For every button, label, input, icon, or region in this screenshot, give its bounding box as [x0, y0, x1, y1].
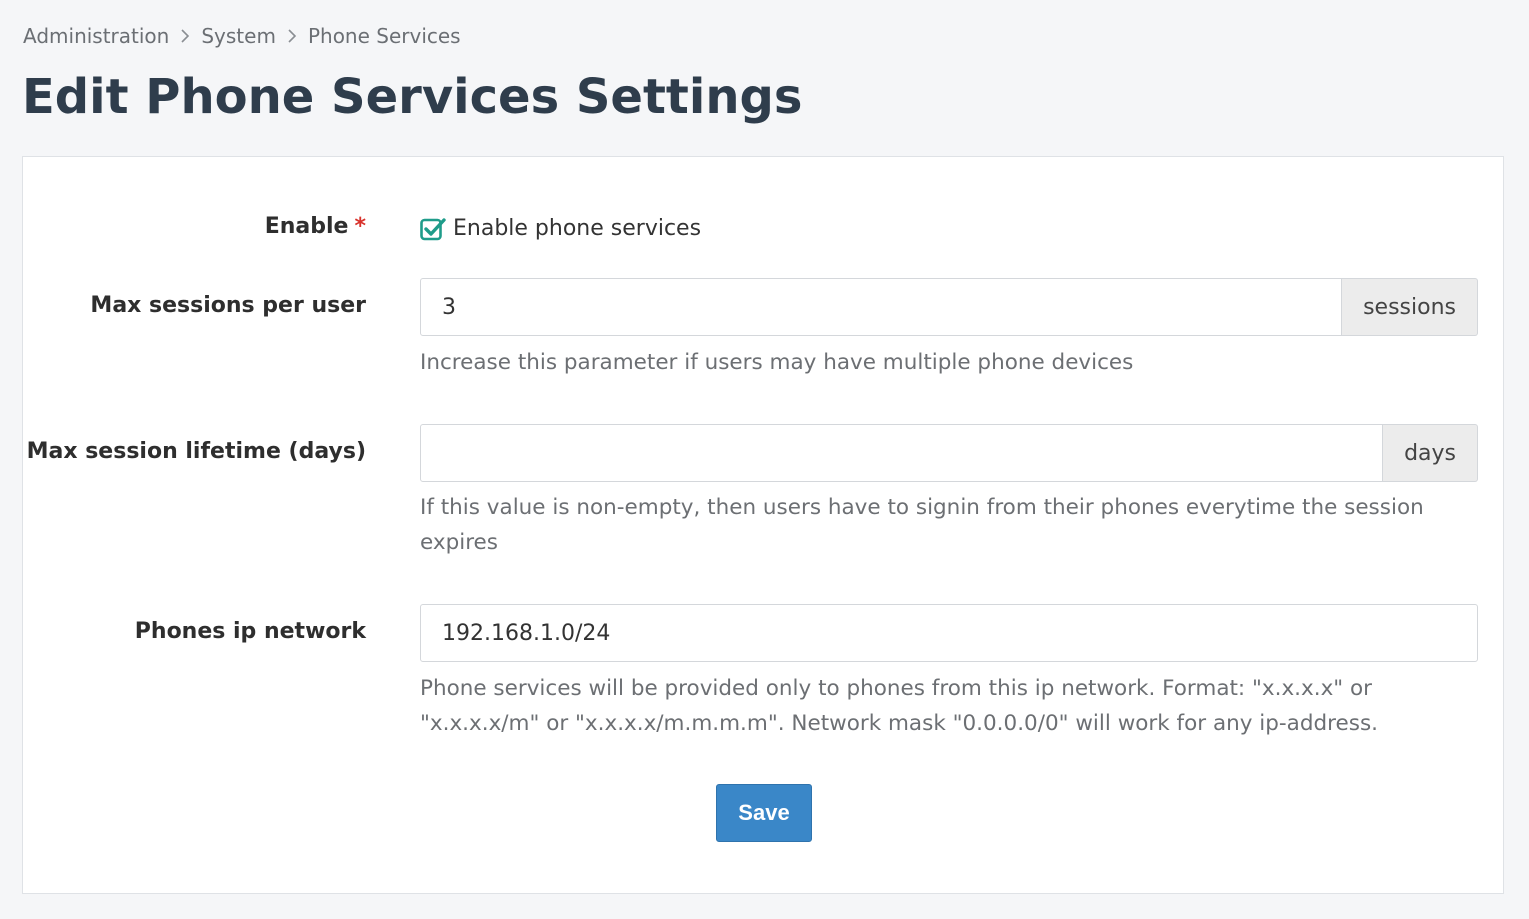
breadcrumb-item-phone-services: Phone Services — [307, 24, 461, 48]
max-session-lifetime-help: If this value is non-empty, then users h… — [420, 495, 1424, 555]
save-button[interactable]: Save — [716, 784, 812, 842]
sessions-addon: sessions — [1342, 278, 1478, 336]
days-addon: days — [1383, 424, 1478, 482]
phones-ip-network-help: Phone services will be provided only to … — [420, 676, 1378, 736]
max-session-lifetime-input-group: days — [420, 424, 1478, 482]
max-session-lifetime-label: Max session lifetime (days) — [26, 439, 366, 464]
page-title: Edit Phone Services Settings — [22, 69, 803, 125]
phones-ip-network-input[interactable]: 192.168.1.0/24 — [420, 604, 1478, 662]
max-sessions-input[interactable]: 3 — [420, 278, 1343, 336]
breadcrumb: Administration System Phone Services — [23, 24, 461, 48]
max-session-lifetime-input[interactable] — [420, 424, 1384, 482]
enable-phone-services-label[interactable]: Enable phone services — [453, 216, 701, 241]
max-sessions-label: Max sessions per user — [90, 293, 366, 318]
chevron-right-icon — [180, 29, 190, 43]
required-marker: * — [354, 214, 366, 239]
max-sessions-help: Increase this parameter if users may hav… — [420, 350, 1134, 375]
checkbox-checked-icon[interactable] — [420, 217, 446, 240]
settings-form-panel: Enable * Enable phone services Max sessio… — [22, 156, 1504, 894]
enable-phone-services-checkbox-row[interactable]: Enable phone services — [420, 216, 701, 241]
max-sessions-input-group: 3 sessions — [420, 278, 1478, 336]
enable-label: Enable * — [265, 214, 366, 239]
phones-ip-network-input-group: 192.168.1.0/24 — [420, 604, 1478, 662]
breadcrumb-item-system[interactable]: System — [201, 24, 276, 48]
chevron-right-icon — [287, 29, 297, 43]
breadcrumb-item-administration[interactable]: Administration — [23, 24, 169, 48]
phones-ip-network-label: Phones ip network — [134, 619, 366, 644]
enable-label-text: Enable — [264, 214, 349, 239]
